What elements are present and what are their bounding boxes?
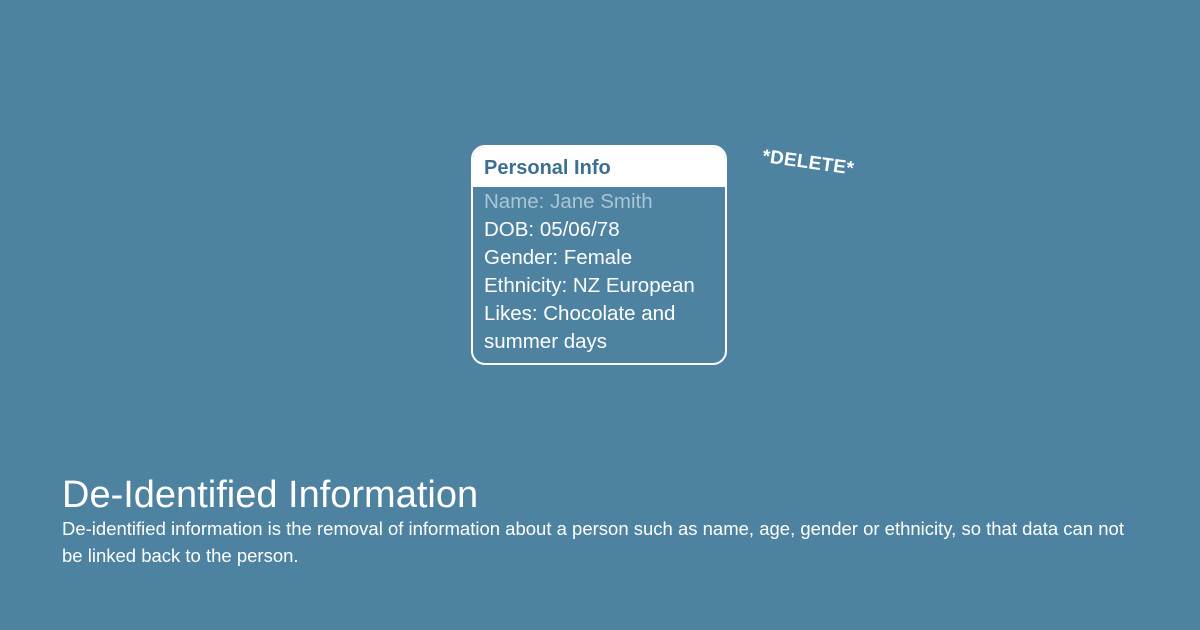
page-title: De-Identified Information xyxy=(62,474,479,516)
ethnicity-field: Ethnicity: NZ European xyxy=(484,274,695,297)
gender-field: Gender: Female xyxy=(484,246,633,269)
delete-annotation: *DELETE* xyxy=(761,146,856,180)
likes-field: Likes: Chocolate and summer days xyxy=(484,302,676,353)
card-header: Personal Info xyxy=(473,147,725,187)
page-description: De-identified information is the removal… xyxy=(62,518,1124,566)
card-body: Name: Jane Smith DOB: 05/06/78 Gender: F… xyxy=(473,187,725,356)
personal-info-card: Personal Info Name: Jane Smith DOB: 05/0… xyxy=(471,145,727,365)
dob-field: DOB: 05/06/78 xyxy=(484,218,620,241)
name-field: Name: Jane Smith xyxy=(484,190,653,213)
